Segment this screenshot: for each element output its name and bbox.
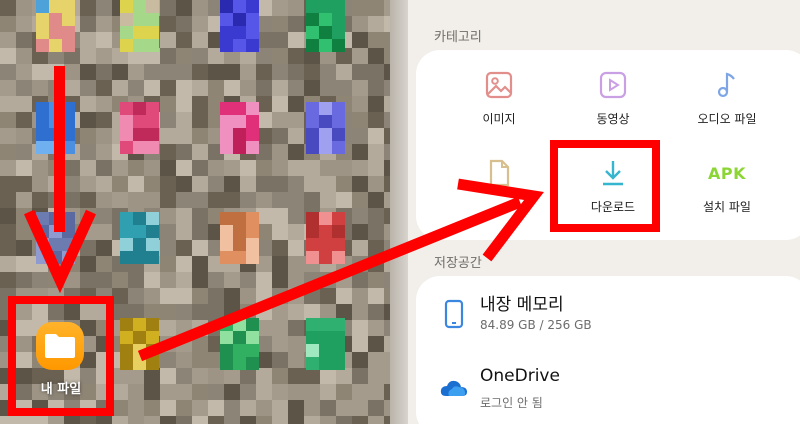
annotation-arrows xyxy=(23,66,544,362)
arrow-down xyxy=(23,66,97,294)
arrow-to-downloads xyxy=(137,178,544,362)
